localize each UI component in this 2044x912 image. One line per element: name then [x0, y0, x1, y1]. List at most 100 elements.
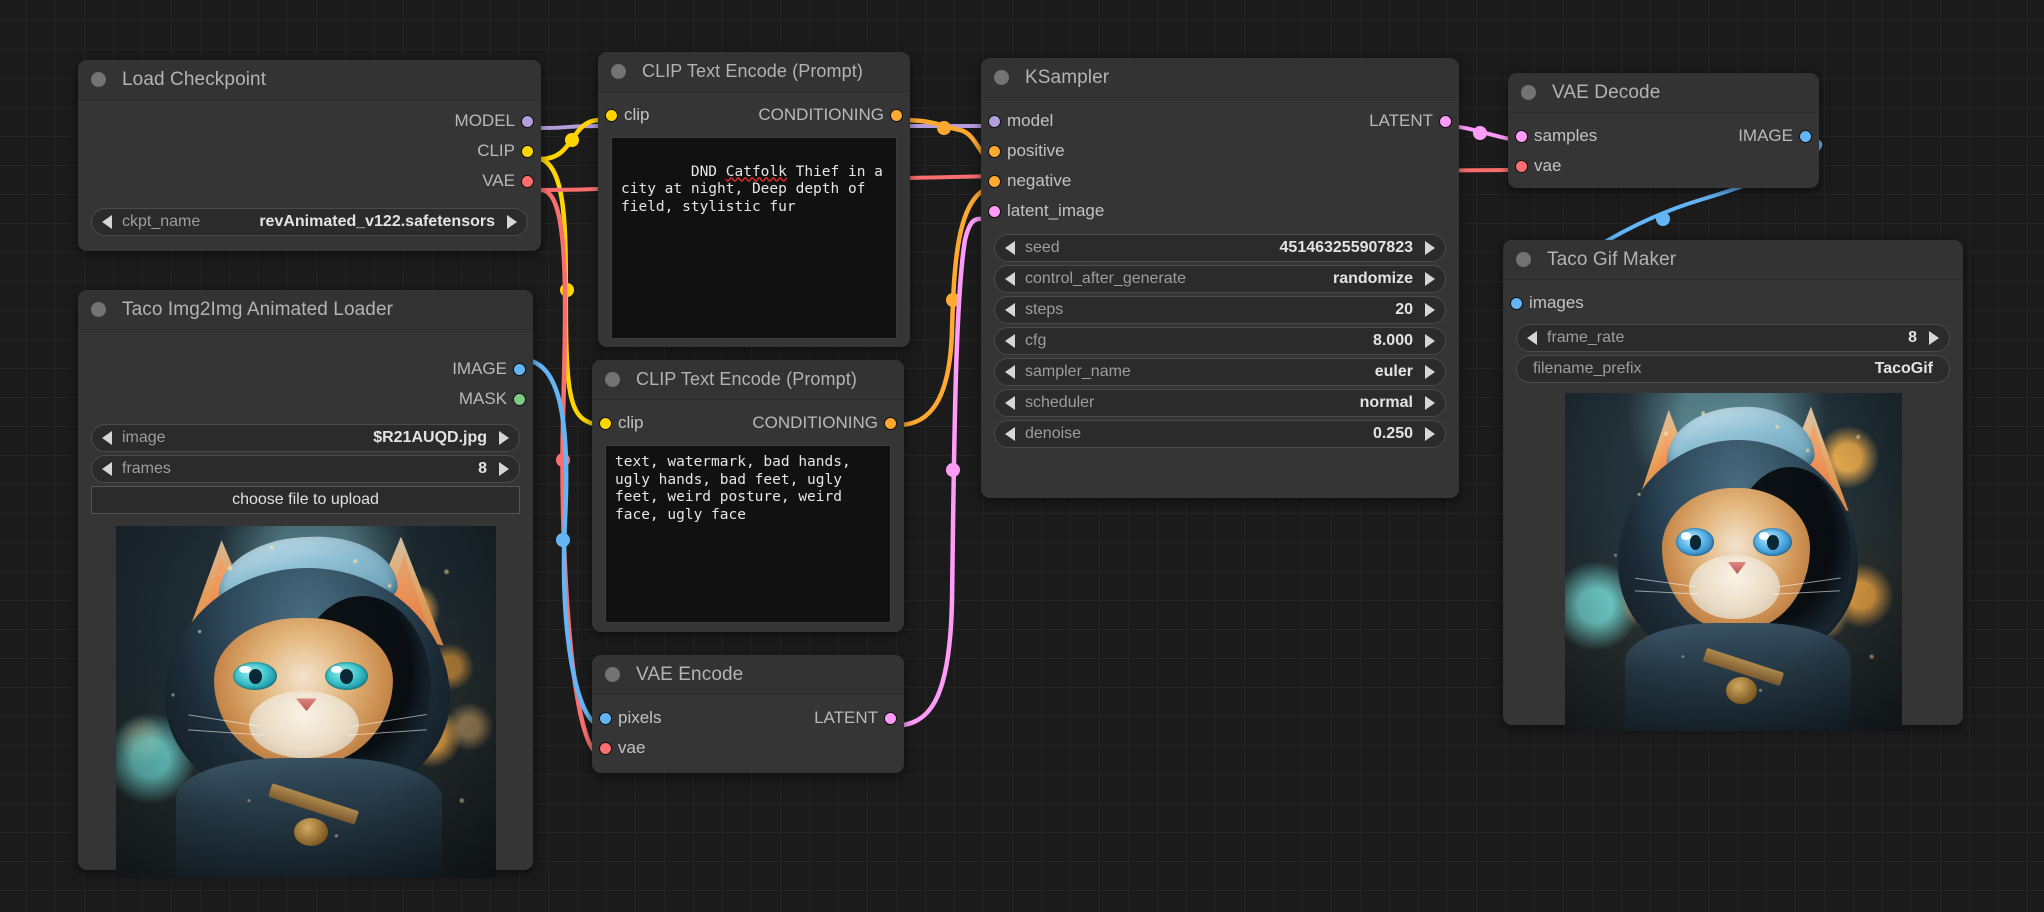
socket-mask[interactable]	[513, 392, 526, 406]
node-ksampler[interactable]: KSampler model LATENT positive negative …	[981, 58, 1459, 498]
socket-negative-in[interactable]	[988, 174, 1001, 188]
decrement-arrow-icon[interactable]	[102, 215, 112, 229]
widget-scheduler[interactable]: scheduler normal	[994, 389, 1446, 417]
widget-control-after-generate[interactable]: control_after_generate randomize	[994, 265, 1446, 293]
socket-positive-in[interactable]	[988, 144, 1001, 158]
node-clip-text-encode-positive[interactable]: CLIP Text Encode (Prompt) clip CONDITION…	[598, 52, 910, 347]
collapse-dot-icon[interactable]	[605, 372, 620, 387]
collapse-dot-icon[interactable]	[605, 667, 620, 682]
node-title-bar[interactable]: VAE Encode	[592, 655, 904, 695]
increment-arrow-icon[interactable]	[1425, 272, 1435, 286]
widget-cfg[interactable]: cfg 8.000	[994, 327, 1446, 355]
socket-latent-out[interactable]	[1439, 114, 1452, 128]
socket-latent-image-in[interactable]	[988, 204, 1001, 218]
widget-label-frames: frames	[122, 460, 171, 477]
decrement-arrow-icon[interactable]	[1005, 396, 1015, 410]
input-slot-negative[interactable]: negative	[981, 166, 1459, 196]
node-load-checkpoint[interactable]: Load Checkpoint MODEL CLIP VAE ckpt_name…	[78, 60, 541, 251]
socket-vae-in[interactable]	[599, 741, 612, 755]
widget-sampler-name[interactable]: sampler_name euler	[994, 358, 1446, 386]
widget-frames[interactable]: frames 8	[91, 455, 520, 483]
collapse-dot-icon[interactable]	[1516, 252, 1531, 267]
collapse-dot-icon[interactable]	[994, 70, 1009, 85]
decrement-arrow-icon[interactable]	[102, 462, 112, 476]
decrement-arrow-icon[interactable]	[1005, 272, 1015, 286]
collapse-dot-icon[interactable]	[91, 72, 106, 87]
input-slot-vae[interactable]: vae	[1508, 151, 1819, 181]
node-taco-img2img-animated-loader[interactable]: Taco Img2Img Animated Loader IMAGE MASK …	[78, 290, 533, 878]
output-slot-image[interactable]: IMAGE	[78, 354, 533, 384]
output-slot-vae[interactable]: VAE	[78, 166, 541, 196]
node-body: samples IMAGE vae	[1508, 113, 1819, 181]
collapse-dot-icon[interactable]	[91, 302, 106, 317]
node-body: clip CONDITIONING text, watermark, bad h…	[592, 400, 904, 623]
decrement-arrow-icon[interactable]	[1005, 365, 1015, 379]
node-title-bar[interactable]: Taco Gif Maker	[1503, 240, 1963, 280]
node-title-bar[interactable]: Taco Img2Img Animated Loader	[78, 290, 533, 330]
increment-arrow-icon[interactable]	[499, 431, 509, 445]
widget-value-filename-prefix: TacoGif	[1874, 360, 1933, 377]
node-taco-gif-maker[interactable]: Taco Gif Maker images frame_rate 8 filen…	[1503, 240, 1963, 731]
increment-arrow-icon[interactable]	[499, 462, 509, 476]
widget-filename-prefix[interactable]: filename_prefix TacoGif	[1516, 355, 1950, 383]
increment-arrow-icon[interactable]	[1425, 427, 1435, 441]
decrement-arrow-icon[interactable]	[1005, 241, 1015, 255]
socket-clip[interactable]	[521, 144, 534, 158]
prompt-textarea-positive[interactable]: DND Catfolk Thief in a city at night, De…	[611, 137, 897, 339]
widget-value-steps: 20	[1395, 301, 1413, 318]
widget-image[interactable]: image $R21AUQD.jpg	[91, 424, 520, 452]
decrement-arrow-icon[interactable]	[1527, 331, 1537, 345]
increment-arrow-icon[interactable]	[1425, 334, 1435, 348]
socket-latent-out[interactable]	[884, 711, 897, 725]
input-slot-positive[interactable]: positive	[981, 136, 1459, 166]
node-graph-canvas[interactable]: Load Checkpoint MODEL CLIP VAE ckpt_name…	[0, 0, 2044, 912]
prompt-textarea-negative[interactable]: text, watermark, bad hands, ugly hands, …	[605, 445, 891, 623]
node-title-bar[interactable]: Load Checkpoint	[78, 60, 541, 100]
increment-arrow-icon[interactable]	[1425, 365, 1435, 379]
node-title-bar[interactable]: KSampler	[981, 58, 1459, 98]
widget-steps[interactable]: steps 20	[994, 296, 1446, 324]
input-slot-vae[interactable]: vae	[592, 733, 904, 763]
output-slot-mask[interactable]: MASK	[78, 384, 533, 414]
node-title-bar[interactable]: CLIP Text Encode (Prompt)	[592, 360, 904, 400]
increment-arrow-icon[interactable]	[507, 215, 517, 229]
widget-seed[interactable]: seed 451463255907823	[994, 234, 1446, 262]
node-title-bar[interactable]: CLIP Text Encode (Prompt)	[598, 52, 910, 92]
socket-vae[interactable]	[521, 174, 534, 188]
decrement-arrow-icon[interactable]	[1005, 334, 1015, 348]
choose-file-to-upload-button[interactable]: choose file to upload	[91, 486, 520, 514]
output-slot-clip[interactable]: CLIP	[78, 136, 541, 166]
socket-conditioning-out[interactable]	[890, 108, 903, 122]
input-slot-latent-image[interactable]: latent_image	[981, 196, 1459, 226]
increment-arrow-icon[interactable]	[1929, 331, 1939, 345]
widget-frame-rate[interactable]: frame_rate 8	[1516, 324, 1950, 352]
collapse-dot-icon[interactable]	[1521, 85, 1536, 100]
input-label-model: model	[1007, 111, 1054, 130]
increment-arrow-icon[interactable]	[1425, 241, 1435, 255]
increment-arrow-icon[interactable]	[1425, 303, 1435, 317]
collapse-dot-icon[interactable]	[611, 64, 626, 79]
socket-pixels-in[interactable]	[599, 711, 612, 725]
socket-model-in[interactable]	[988, 114, 1001, 128]
socket-samples-in[interactable]	[1515, 129, 1528, 143]
decrement-arrow-icon[interactable]	[1005, 427, 1015, 441]
socket-clip-in[interactable]	[599, 416, 612, 430]
decrement-arrow-icon[interactable]	[1005, 303, 1015, 317]
socket-vae-in[interactable]	[1515, 159, 1528, 173]
node-vae-decode[interactable]: VAE Decode samples IMAGE vae	[1508, 73, 1819, 188]
node-clip-text-encode-negative[interactable]: CLIP Text Encode (Prompt) clip CONDITION…	[592, 360, 904, 632]
socket-images-in[interactable]	[1510, 296, 1523, 310]
socket-image[interactable]	[513, 362, 526, 376]
node-vae-encode[interactable]: VAE Encode pixels LATENT vae	[592, 655, 904, 773]
socket-model[interactable]	[521, 114, 534, 128]
decrement-arrow-icon[interactable]	[102, 431, 112, 445]
socket-image-out[interactable]	[1799, 129, 1812, 143]
widget-ckpt-name[interactable]: ckpt_name revAnimated_v122.safetensors	[91, 208, 528, 236]
increment-arrow-icon[interactable]	[1425, 396, 1435, 410]
node-title-bar[interactable]: VAE Decode	[1508, 73, 1819, 113]
widget-denoise[interactable]: denoise 0.250	[994, 420, 1446, 448]
socket-conditioning-out[interactable]	[884, 416, 897, 430]
socket-clip-in[interactable]	[605, 108, 618, 122]
output-slot-model[interactable]: MODEL	[78, 106, 541, 136]
input-slot-images[interactable]: images	[1503, 288, 1963, 318]
